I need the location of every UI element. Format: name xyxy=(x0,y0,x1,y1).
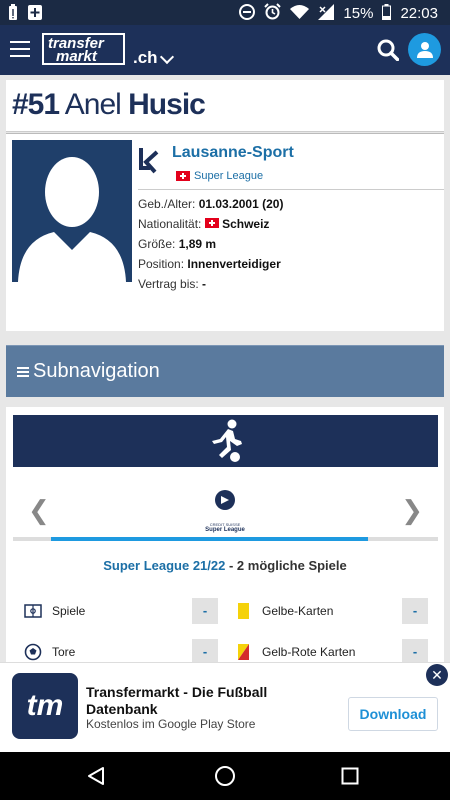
stats-banner xyxy=(13,415,438,467)
transfermarkt-app-icon: tm xyxy=(12,673,78,739)
player-facts: Geb./Alter: 01.03.2001 (20) Nationalität… xyxy=(138,194,283,294)
fact-contract: Vertrag bis: - xyxy=(138,277,207,291)
club-link[interactable]: Lausanne-Sport xyxy=(172,144,294,162)
stat-label: Tore xyxy=(52,645,76,659)
country-selector[interactable]: .ch xyxy=(133,48,158,68)
app-install-ad[interactable]: tm Transfermarkt - Die Fußball Datenbank… xyxy=(0,662,450,752)
user-account-button[interactable] xyxy=(408,33,441,66)
divider xyxy=(138,189,444,190)
yellow-red-card-icon xyxy=(238,644,249,660)
season-title: Super League 21/22 - 2 mögliche Spiele xyxy=(6,558,444,573)
ad-title: Transfermarkt - Die Fußball Datenbank xyxy=(86,684,268,717)
signal-icon xyxy=(318,3,335,24)
player-header: #51 Anel Husic xyxy=(6,80,444,132)
prev-arrow-icon[interactable]: ❮ xyxy=(28,495,50,526)
carousel-progress-fill xyxy=(51,537,368,541)
battery-icon xyxy=(382,3,392,24)
user-icon xyxy=(416,41,433,58)
system-nav-bar xyxy=(0,752,450,800)
next-arrow-icon[interactable]: ❯ xyxy=(401,495,423,526)
stat-games: Spiele xyxy=(24,598,85,624)
league-logo-line2: Super League xyxy=(205,527,245,533)
subnavigation-toggle[interactable]: Subnavigation xyxy=(6,345,444,397)
download-button[interactable]: Download xyxy=(348,697,438,731)
player-last-name: Husic xyxy=(128,88,206,121)
super-league-logo[interactable]: CREDIT SUISSE Super League xyxy=(203,489,247,533)
football-player-icon xyxy=(212,419,242,462)
logo-line2: markt xyxy=(56,48,97,65)
app-header: transfer markt .ch xyxy=(0,25,450,75)
shirt-number: #51 xyxy=(12,88,60,121)
transfermarkt-logo[interactable]: transfer markt xyxy=(42,33,125,65)
swiss-flag-icon xyxy=(204,218,219,228)
carousel-progress xyxy=(13,537,438,541)
battery-percent: 15% xyxy=(343,5,374,22)
recents-icon[interactable] xyxy=(341,767,359,785)
player-profile-box: Lausanne-Sport Super League Geb./Alter: … xyxy=(6,133,444,331)
stat-label: Gelb-Rote Karten xyxy=(262,645,356,659)
pitch-icon xyxy=(24,604,42,618)
clock: 22:03 xyxy=(400,5,438,22)
wifi-icon xyxy=(290,4,310,23)
lausanne-sport-logo-icon[interactable] xyxy=(138,146,160,176)
battery-saver-icon xyxy=(8,4,18,26)
alarm-icon xyxy=(264,3,282,24)
stat-yellow-cards: Gelbe-Karten xyxy=(234,598,333,624)
home-icon[interactable] xyxy=(214,765,236,787)
subnavigation-label: Subnavigation xyxy=(33,360,160,382)
fact-height: Größe: 1,89 m xyxy=(138,237,217,251)
ball-icon xyxy=(24,643,42,661)
season-link[interactable]: Super League 21/22 xyxy=(103,558,225,573)
stat-label: Gelbe-Karten xyxy=(262,604,334,618)
swiss-flag-icon xyxy=(176,171,190,181)
minus-circle-icon xyxy=(239,3,256,24)
status-bar: 15% 22:03 xyxy=(0,0,450,25)
page-title: #51 Anel Husic xyxy=(12,88,206,122)
yellow-card-icon xyxy=(238,603,249,619)
player-photo-placeholder xyxy=(12,140,132,282)
season-suffix: - 2 mögliche Spiele xyxy=(225,558,347,573)
ad-subtitle: Kostenlos im Google Play Store xyxy=(86,717,256,731)
stat-value[interactable]: - xyxy=(192,598,218,624)
stats-card: ❮ CREDIT SUISSE Super League ❯ Super Lea… xyxy=(6,407,444,667)
menu-lines-icon xyxy=(17,366,29,377)
close-icon[interactable]: ✕ xyxy=(426,664,448,686)
search-icon[interactable] xyxy=(377,39,400,62)
league-carousel: ❮ CREDIT SUISSE Super League ❯ xyxy=(13,487,438,537)
hamburger-menu-icon[interactable] xyxy=(10,41,30,57)
plus-icon xyxy=(28,4,42,26)
chevron-down-icon[interactable] xyxy=(159,49,175,65)
fact-position: Position: Innenverteidiger xyxy=(138,257,281,271)
back-icon[interactable] xyxy=(86,766,106,786)
fact-birthdate: Geb./Alter: 01.03.2001 (20) xyxy=(138,197,284,211)
player-first-name: Anel xyxy=(64,88,122,121)
league-link[interactable]: Super League xyxy=(176,170,263,182)
fact-nationality: Nationalität: Schweiz xyxy=(138,217,270,231)
stat-label: Spiele xyxy=(52,604,86,618)
league-label: Super League xyxy=(194,170,264,182)
stat-value[interactable]: - xyxy=(402,598,428,624)
